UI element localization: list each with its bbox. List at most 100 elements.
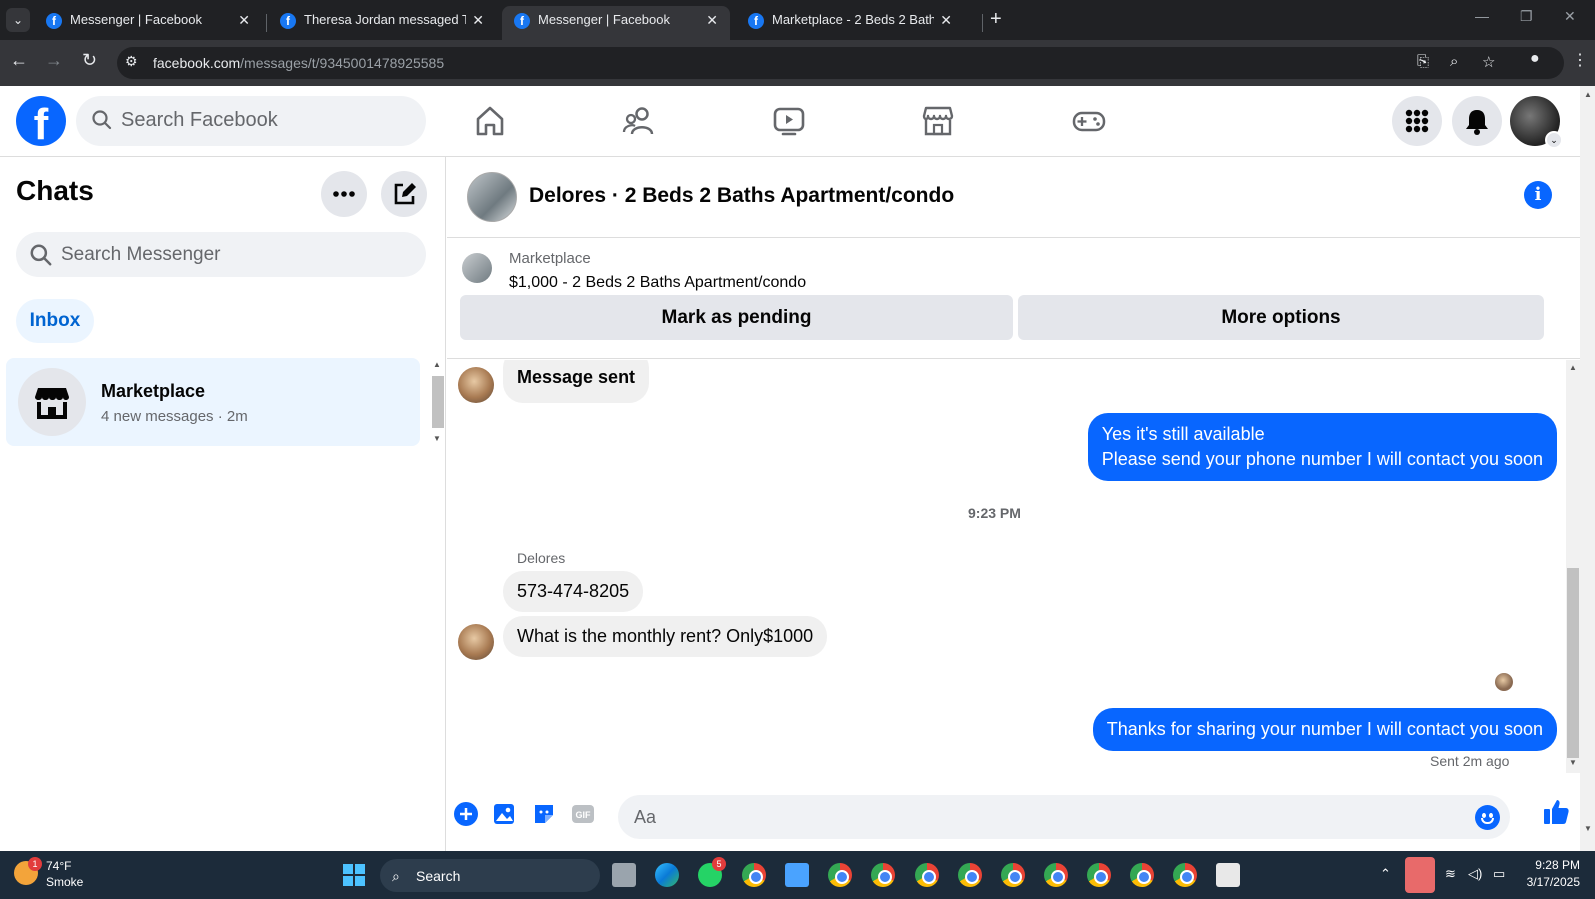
volume-icon[interactable]: ◁) [1468,866,1482,882]
message-bubble-outgoing[interactable]: Yes it's still available Please send you… [1087,413,1557,481]
listing-thumbnail[interactable] [462,253,492,283]
chrome-profile-icon[interactable] [1087,863,1111,887]
scroll-down-icon[interactable]: ▼ [433,434,441,443]
facebook-favicon-icon: f [280,13,296,29]
scrollbar-thumb[interactable] [1567,568,1579,758]
message-bubble-incoming[interactable]: What is the monthly rent? Only$1000 [503,616,828,657]
chat-options-button[interactable] [321,171,367,217]
message-bubble-incoming[interactable]: Message sent [503,360,650,403]
notifications-button[interactable] [1452,96,1502,146]
show-hidden-icons-icon[interactable]: ⌃ [1380,866,1391,882]
battery-icon[interactable]: ▭ [1493,866,1505,882]
video-icon[interactable] [772,104,806,138]
task-view-icon[interactable] [612,863,636,887]
tab-messenger-active[interactable]: f Messenger | Facebook ✕ [502,6,730,40]
info-icon[interactable]: i [1524,181,1552,209]
chrome-profile-icon[interactable] [915,863,939,887]
page-scrollbar[interactable]: ▲ ▼ [1580,86,1595,851]
chrome-profile-icon[interactable] [1001,863,1025,887]
back-icon[interactable]: ← [10,50,28,71]
scrollbar-thumb[interactable] [432,376,444,428]
scroll-up-icon[interactable]: ▲ [1584,90,1592,99]
whatsapp-icon[interactable]: 5 [698,857,726,887]
message-bubble-incoming[interactable]: 573-474-8205 [503,571,644,612]
plus-circle-icon[interactable] [453,801,479,827]
chrome-menu-icon[interactable]: ⋮ [1572,50,1588,70]
inbox-filter-tab[interactable]: Inbox [16,299,94,343]
thread-scrollbar[interactable]: ▲ ▼ [1566,360,1580,773]
conversation-list-item[interactable]: Marketplace 4 new messages · 2m [6,358,420,446]
chrome-profile-icon[interactable] [871,863,895,887]
listing-avatar[interactable] [467,172,517,222]
new-tab-button[interactable]: + [990,8,1002,31]
listing-title[interactable]: $1,000 - 2 Beds 2 Baths Apartment/condo [509,274,806,292]
chrome-profile-icon[interactable] [1173,863,1197,887]
scroll-up-icon[interactable]: ▲ [1569,363,1577,372]
chrome-profile-icon[interactable] [958,863,982,887]
gif-icon[interactable]: GIF [570,801,596,827]
emoji-icon[interactable] [1475,805,1500,830]
seen-indicator-avatar [1495,673,1513,691]
minimize-icon[interactable]: — [1475,8,1489,24]
mark-as-pending-button[interactable]: Mark as pending [460,295,1013,340]
bookmark-star-icon[interactable]: ☆ [1482,53,1495,71]
tab-messenger-1[interactable]: f Messenger | Facebook ✕ [34,6,262,40]
close-tab-icon[interactable]: ✕ [940,6,952,34]
photo-icon[interactable] [491,801,517,827]
like-thumb-icon[interactable] [1541,797,1571,827]
reload-icon[interactable]: ↻ [82,50,97,71]
facebook-logo-icon[interactable]: f [16,96,66,146]
chrome-profile-icon[interactable] [1130,863,1154,887]
sticker-icon[interactable] [531,801,557,827]
close-tab-icon[interactable]: ✕ [706,6,718,34]
wifi-icon[interactable]: ≋ [1445,866,1456,882]
marketplace-icon[interactable] [921,104,955,138]
windows-start-icon[interactable] [343,864,365,886]
home-icon[interactable] [473,104,507,138]
tab-theresa-jordan[interactable]: f Theresa Jordan messaged There ✕ [268,6,496,40]
messenger-search-input[interactable]: Search Messenger [16,232,426,277]
close-window-icon[interactable]: ✕ [1564,8,1576,25]
microphone-icon[interactable] [1405,857,1435,893]
url-omnibox[interactable]: ⚙ facebook.com/messages/t/93450014789255… [117,47,1564,79]
tab-title: Theresa Jordan messaged There [304,12,466,27]
restore-icon[interactable]: ❐ [1520,8,1533,25]
site-settings-icon[interactable]: ⚙ [125,53,138,70]
tab-marketplace[interactable]: f Marketplace - 2 Beds 2 Baths A ✕ [736,6,964,40]
close-tab-icon[interactable]: ✕ [472,6,484,34]
sender-avatar [458,624,494,660]
menu-grid-button[interactable] [1392,96,1442,146]
chrome-icon[interactable] [742,863,766,887]
svg-text:GIF: GIF [576,810,592,820]
chrome-profile-icon[interactable] [828,863,852,887]
scroll-down-icon[interactable]: ▼ [1569,758,1577,767]
notepad-icon[interactable] [785,863,809,887]
tab-search-menu-icon[interactable]: ⌄ [6,8,30,32]
install-app-icon[interactable]: ⎘ [1417,53,1429,70]
tab-title: Marketplace - 2 Beds 2 Baths A [772,12,934,27]
message-input[interactable]: Aa [618,795,1510,839]
gaming-icon[interactable] [1072,104,1106,138]
chrome-profile-icon[interactable] [1044,863,1068,887]
more-options-button[interactable]: More options [1018,295,1544,340]
new-message-button[interactable] [381,171,427,217]
chats-heading: Chats [16,175,94,206]
edge-icon[interactable] [655,863,679,887]
zoom-icon[interactable]: ⌕ [1450,53,1458,70]
friends-icon[interactable] [622,104,656,138]
message-bubble-outgoing[interactable]: Thanks for sharing your number I will co… [1092,708,1557,751]
account-avatar[interactable]: ⌄ [1510,96,1563,149]
address-bar: ← → ↻ ⚙ facebook.com/messages/t/93450014… [0,40,1595,86]
system-clock[interactable]: 9:28 PM 3/17/2025 [1520,857,1580,891]
conversation-title[interactable]: Delores · 2 Beds 2 Baths Apartment/condo [529,184,954,208]
profile-icon[interactable]: ● [1530,50,1540,68]
taskbar-search[interactable]: ⌕ Search [380,859,600,892]
scroll-up-icon[interactable]: ▲ [433,360,441,369]
chat-list-scrollbar[interactable]: ▲ ▼ [430,360,444,446]
url-text[interactable]: facebook.com/messages/t/9345001478925585 [153,55,444,71]
facebook-search-input[interactable]: Search Facebook [76,96,426,146]
close-tab-icon[interactable]: ✕ [238,6,250,34]
snipping-tool-icon[interactable] [1216,863,1240,887]
forward-icon[interactable]: → [45,50,63,71]
scroll-down-icon[interactable]: ▼ [1584,824,1592,833]
